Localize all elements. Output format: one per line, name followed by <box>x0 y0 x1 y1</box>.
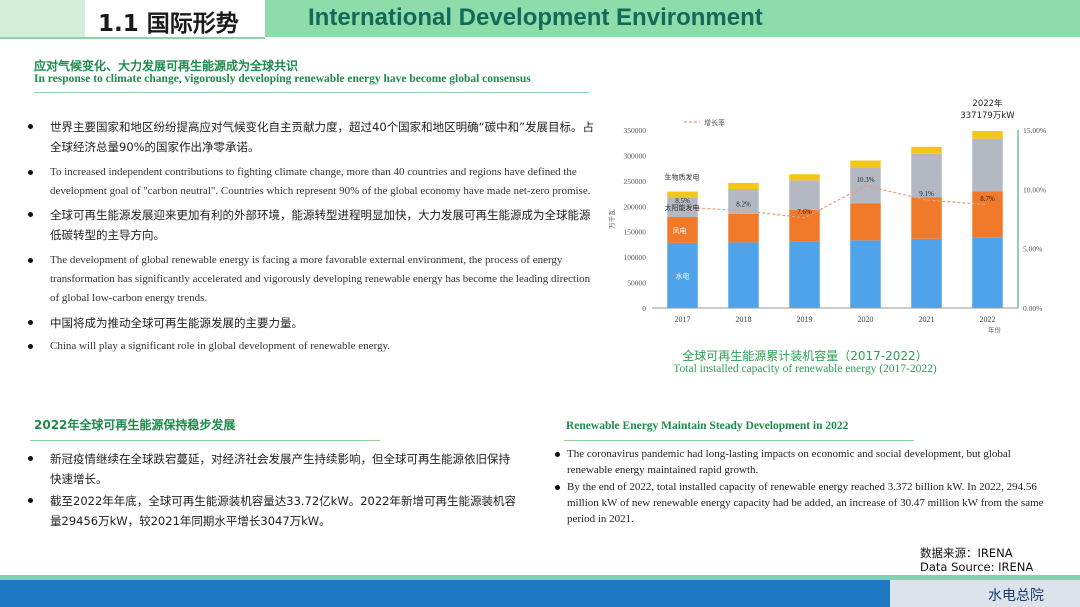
section1-title-cn: 应对气候变化、大力发展可再生能源成为全球共识 <box>34 59 299 73</box>
list-item: 世界主要国家和地区纷纷提高应对气候变化自主贡献力度，超过40个国家和地区明确“碳… <box>24 117 599 157</box>
growth-rate-label: 9.1% <box>919 190 934 198</box>
section1-title-en: In response to climate change, vigorousl… <box>34 73 531 85</box>
section3-title: Renewable Energy Maintain Steady Develop… <box>566 420 849 432</box>
growth-rate-label: 10.3% <box>856 176 874 184</box>
series-label-wind: 风电 <box>673 226 687 235</box>
bar-bio <box>911 146 942 154</box>
list-item: 全球可再生能源发展迎来更加有利的外部环境，能源转型进程明显加快，大力发展可再生能… <box>24 205 599 245</box>
data-source: 数据来源：IRENA Data Source: IRENA <box>920 546 1033 574</box>
list-item: The development of global renewable ener… <box>24 251 599 308</box>
annotation-year: 2022年 <box>972 98 1003 109</box>
y-axis-label: 万千瓦 <box>607 209 616 229</box>
growth-rate-label: 8.2% <box>736 201 751 209</box>
bar-solar <box>972 138 1003 192</box>
bar-bio <box>789 174 820 181</box>
annotation-value: 337179万kW <box>960 111 1015 121</box>
bar-hydro <box>972 237 1003 308</box>
bar-wind <box>850 203 881 241</box>
bar-hydro <box>911 238 942 308</box>
header-accent-block <box>0 0 85 37</box>
list-item: 新冠疫情继续在全球跌宕蔓延，对经济社会发展产生持续影响，但全球可再生能源依旧保持… <box>24 449 519 489</box>
bar-solar <box>789 180 820 210</box>
x-tick-label: 2022 <box>980 315 996 324</box>
list-item: By the end of 2022, total installed capa… <box>553 479 1058 527</box>
section1-bullet-list: 世界主要国家和地区纷纷提高应对气候变化自主贡献力度，超过40个国家和地区明确“碳… <box>24 117 599 356</box>
bar-wind <box>728 213 759 243</box>
y-tick-label: 0 <box>642 304 646 313</box>
bar-bio <box>972 131 1003 139</box>
bar-bio <box>850 160 881 168</box>
growth-rate-label: 7.6% <box>797 208 812 216</box>
footer-logo-area <box>890 580 1080 607</box>
bar-bio <box>728 182 759 189</box>
x-tick-label: 2019 <box>797 315 813 324</box>
y-tick-label: 200000 <box>624 202 647 211</box>
x-axis-label: 年份 <box>988 325 1002 334</box>
y-tick-label: 100000 <box>624 253 647 262</box>
list-item: 截至2022年年底，全球可再生能源装机容量达33.72亿kW。2022年新增可再… <box>24 491 519 531</box>
list-item: The coronavirus pandemic had long-lastin… <box>553 446 1058 478</box>
x-tick-label: 2017 <box>675 315 691 324</box>
bar-hydro <box>789 241 820 308</box>
x-tick-label: 2021 <box>919 315 935 324</box>
y2-tick-label: 15.00% <box>1023 126 1046 135</box>
section1-divider <box>34 92 589 93</box>
x-tick-label: 2020 <box>858 315 874 324</box>
x-tick-label: 2018 <box>736 315 752 324</box>
organization-name: 水电总院 <box>988 588 1044 604</box>
section3-divider <box>564 440 914 441</box>
list-item: 中国将成为推动全球可再生能源发展的主要力量。 <box>24 313 599 333</box>
series-label-hydro: 水电 <box>676 271 690 280</box>
series-label-solar: 太阳能发电 <box>665 203 700 212</box>
legend-growth-label: 增长率 <box>704 118 725 127</box>
y-tick-label: 300000 <box>624 151 647 160</box>
bar-hydro <box>728 242 759 308</box>
section2-title: 2022年全球可再生能源保持稳步发展 <box>34 418 236 432</box>
y2-tick-label: 10.00% <box>1023 185 1046 194</box>
list-item: China will play a significant role in gl… <box>24 337 599 356</box>
list-item: To increased independent contributions t… <box>24 163 599 201</box>
y-tick-label: 150000 <box>624 228 647 237</box>
section2-divider <box>30 440 380 441</box>
bar-wind <box>911 197 942 239</box>
y-tick-label: 350000 <box>624 126 647 135</box>
section3-bullet-list: The coronavirus pandemic had long-lastin… <box>553 446 1058 527</box>
y-tick-label: 250000 <box>624 177 647 186</box>
growth-rate-label: 8.7% <box>980 195 995 203</box>
capacity-chart: 0 50000 100000 150000 200000 250000 300000 3500… <box>607 98 1046 334</box>
data-source-cn: 数据来源：IRENA <box>920 546 1013 560</box>
section2-bullet-list: 新冠疫情继续在全球跌宕蔓延，对经济社会发展产生持续影响，但全球可再生能源依旧保持… <box>24 449 519 531</box>
bar-hydro <box>850 240 881 308</box>
series-label-bio: 生物质发电 <box>665 173 700 182</box>
section-title-cn: 1.1 国际形势 <box>98 11 239 37</box>
section-title-en: International Development Environment <box>308 4 763 31</box>
y2-tick-label: 0.00% <box>1023 304 1042 313</box>
chart-caption-en: Total installed capacity of renewable en… <box>673 363 937 375</box>
data-source-en: Data Source: IRENA <box>920 560 1034 574</box>
y2-tick-label: 5.00% <box>1023 245 1042 254</box>
chart-caption-cn: 全球可再生能源累计装机容量（2017-2022） <box>682 349 928 363</box>
y-tick-label: 50000 <box>627 279 646 288</box>
